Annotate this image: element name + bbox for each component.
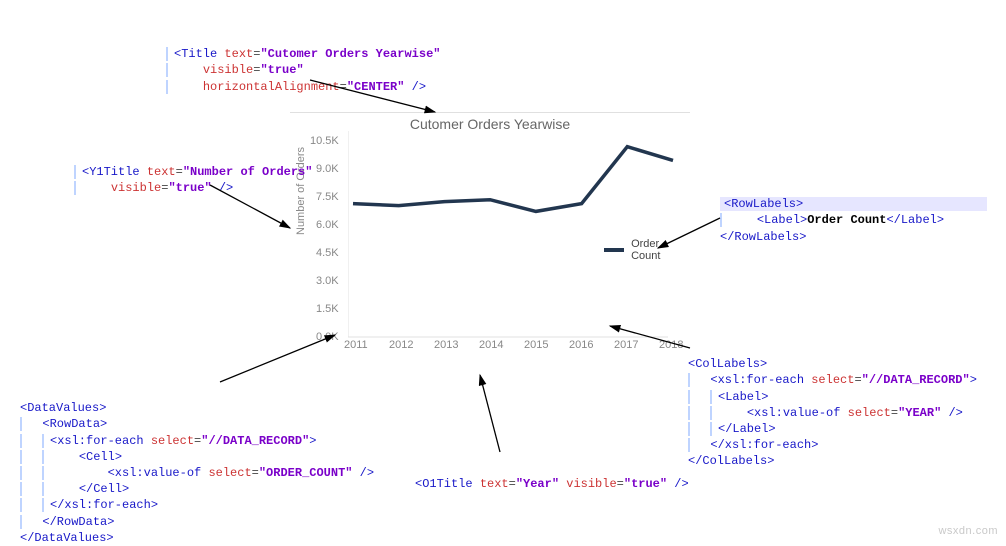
callout-arrows [0,0,1006,543]
watermark: wsxdn.com [938,525,998,537]
